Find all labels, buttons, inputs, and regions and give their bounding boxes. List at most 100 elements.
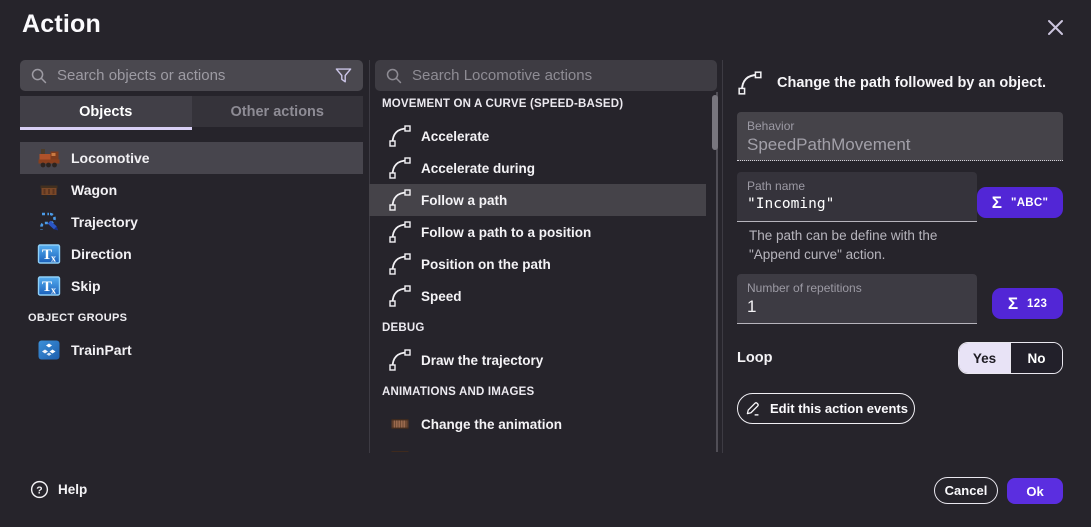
close-icon[interactable] [1041, 13, 1069, 41]
cancel-label: Cancel [945, 483, 988, 498]
path-expression-button[interactable]: Σ "ABC" [977, 187, 1063, 218]
list-item-label: Trajectory [71, 214, 138, 230]
svg-text:x: x [51, 254, 56, 265]
list-item-wagon[interactable]: Wagon [20, 174, 363, 206]
action-item-draw-the-trajectory[interactable]: Draw the trajectory [369, 344, 706, 376]
search-icon [30, 67, 48, 85]
trajectory-icon [37, 210, 61, 234]
path-help-line2: "Append curve" action. [749, 246, 1049, 265]
section-header: ANIMATIONS AND IMAGES [369, 376, 706, 408]
help-circle-icon: ? [30, 480, 49, 499]
animation-icon [388, 444, 412, 452]
path-help-line1: The path can be define with the [749, 227, 1049, 246]
svg-text:x: x [51, 286, 56, 297]
edit-action-events-button[interactable]: Edit this action events [737, 393, 915, 424]
section-header: DEBUG [369, 312, 706, 344]
repetitions-input[interactable] [747, 297, 967, 317]
path-name-field[interactable]: Path name [737, 172, 977, 222]
filter-icon[interactable] [334, 66, 353, 85]
loop-no-label: No [1028, 351, 1046, 366]
list-item-label: TrainPart [71, 342, 132, 358]
action-item-label: Accelerate during [421, 161, 535, 176]
behavior-field: Behavior SpeedPathMovement [737, 112, 1063, 161]
action-item-partial[interactable] [369, 440, 706, 452]
pencil-icon [744, 400, 761, 417]
action-item-accelerate-during[interactable]: Accelerate during [369, 152, 706, 184]
list-item-label: Skip [71, 278, 101, 294]
loop-toggle: Yes No [958, 342, 1063, 374]
curve-icon [737, 70, 763, 96]
locomotive-icon [37, 146, 61, 170]
action-item-accelerate[interactable]: Accelerate [369, 120, 706, 152]
tab-other-actions[interactable]: Other actions [192, 96, 364, 127]
curve-icon [388, 284, 412, 308]
tab-other-actions-label: Other actions [231, 104, 324, 120]
behavior-field-label: Behavior [747, 119, 1053, 133]
path-name-input[interactable] [747, 196, 967, 212]
left-panel-tabs: Objects Other actions [20, 96, 363, 127]
section-header: MOVEMENT ON A CURVE (SPEED-BASED) [369, 88, 706, 120]
tab-objects[interactable]: Objects [20, 96, 192, 127]
list-item-trajectory[interactable]: Trajectory [20, 206, 363, 238]
action-item-label: Position on the path [421, 257, 551, 272]
ok-button[interactable]: Ok [1007, 478, 1063, 504]
action-dialog: Action Objects Other actions Locomotive … [0, 0, 1091, 527]
object-groups-header-label: OBJECT GROUPS [28, 312, 127, 324]
ok-label: Ok [1026, 484, 1043, 499]
action-item-label: Accelerate [421, 129, 489, 144]
section-header-label: MOVEMENT ON A CURVE (SPEED-BASED) [382, 98, 623, 110]
panel-divider-right [722, 60, 723, 453]
objects-search-input[interactable] [57, 67, 334, 84]
action-item-change-the-animation[interactable]: Change the animation [369, 408, 706, 440]
animation-icon [388, 412, 412, 436]
repetitions-expression-button[interactable]: Σ 123 [992, 288, 1063, 319]
actions-search-input[interactable] [412, 67, 707, 84]
action-item-label: Follow a path to a position [421, 225, 591, 240]
list-item-skip[interactable]: Tx Skip [20, 270, 363, 302]
page-title: Action [22, 10, 101, 39]
actions-search-box[interactable] [375, 60, 717, 91]
action-item-label: Speed [421, 289, 462, 304]
list-item-trainpart[interactable]: TrainPart [20, 334, 363, 366]
action-description-row: Change the path followed by an object. [737, 70, 1063, 96]
objects-list: Locomotive Wagon Trajectory Tx Direction… [20, 142, 363, 366]
edit-action-events-label: Edit this action events [770, 401, 908, 416]
loop-no-button[interactable]: No [1010, 343, 1062, 373]
curve-icon [388, 348, 412, 372]
sigma-icon: Σ [1008, 294, 1018, 314]
list-item-direction[interactable]: Tx Direction [20, 238, 363, 270]
object-groups-header: OBJECT GROUPS [20, 302, 363, 334]
action-item-follow-a-path-to-a-position[interactable]: Follow a path to a position [369, 216, 706, 248]
action-item-speed[interactable]: Speed [369, 280, 706, 312]
objects-search-box[interactable] [20, 60, 363, 91]
sigma-icon: Σ [992, 193, 1002, 213]
action-item-label: Change the animation [421, 417, 562, 432]
cancel-button[interactable]: Cancel [934, 477, 998, 504]
scrollbar-thumb[interactable] [712, 95, 718, 150]
search-icon [385, 67, 403, 85]
help-button[interactable]: ? Help [30, 480, 87, 499]
section-header-label: DEBUG [382, 322, 425, 334]
repetitions-field-label: Number of repetitions [747, 281, 967, 295]
wagon-icon [37, 178, 61, 202]
loop-label: Loop [737, 350, 772, 366]
loop-yes-button[interactable]: Yes [959, 343, 1010, 373]
action-item-follow-a-path[interactable]: Follow a path [369, 184, 706, 216]
action-item-position-on-the-path[interactable]: Position on the path [369, 248, 706, 280]
path-name-field-label: Path name [747, 179, 967, 193]
repetitions-field[interactable]: Number of repetitions [737, 274, 977, 324]
tab-objects-label: Objects [79, 104, 132, 120]
curve-icon [388, 252, 412, 276]
path-help-text: The path can be define with the "Append … [749, 227, 1049, 264]
curve-icon [388, 188, 412, 212]
loop-yes-label: Yes [973, 351, 996, 366]
list-item-label: Locomotive [71, 150, 150, 166]
list-item-label: Direction [71, 246, 132, 262]
section-header-label: ANIMATIONS AND IMAGES [382, 386, 534, 398]
action-item-label: Follow a path [421, 193, 507, 208]
curve-icon [388, 220, 412, 244]
behavior-field-value: SpeedPathMovement [747, 135, 1053, 155]
actions-list: MOVEMENT ON A CURVE (SPEED-BASED) Accele… [369, 88, 706, 452]
action-item-label: Draw the trajectory [421, 353, 543, 368]
list-item-locomotive[interactable]: Locomotive [20, 142, 363, 174]
